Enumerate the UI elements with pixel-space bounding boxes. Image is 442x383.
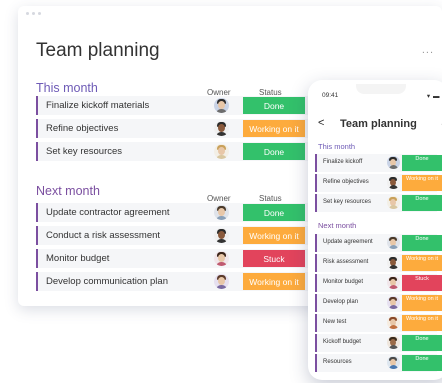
avatar[interactable] bbox=[214, 251, 229, 266]
list-item[interactable]: Resources Done bbox=[315, 354, 442, 372]
row-label: Develop communication plan bbox=[46, 276, 168, 287]
avatar[interactable] bbox=[214, 98, 229, 113]
avatar[interactable] bbox=[387, 316, 400, 329]
row-label: New test bbox=[323, 319, 347, 325]
avatar[interactable] bbox=[387, 276, 400, 289]
column-header-owner: Owner bbox=[207, 194, 231, 203]
avatar[interactable] bbox=[214, 205, 229, 220]
status-bar-time: 09:41 bbox=[322, 92, 339, 99]
list-item[interactable]: Monitor budget Stuck bbox=[315, 274, 442, 292]
mobile-group-title-this-month[interactable]: This month bbox=[318, 142, 355, 151]
status-badge[interactable]: Working on it bbox=[243, 273, 305, 290]
status-badge[interactable]: Stuck bbox=[243, 250, 305, 267]
status-badge[interactable]: Done bbox=[402, 355, 442, 371]
row-label: Monitor budget bbox=[46, 253, 110, 264]
avatar[interactable] bbox=[214, 121, 229, 136]
avatar[interactable] bbox=[387, 196, 400, 209]
group-title-next-month[interactable]: Next month bbox=[36, 184, 100, 198]
status-badge[interactable]: Done bbox=[402, 155, 442, 171]
list-item[interactable]: Kickoff budget Done bbox=[315, 334, 442, 352]
status-badge[interactable]: Working on it bbox=[402, 315, 442, 331]
group-title-this-month[interactable]: This month bbox=[36, 81, 98, 95]
list-item[interactable]: Refine objectives Working on it bbox=[315, 174, 442, 192]
avatar[interactable] bbox=[214, 228, 229, 243]
status-badge[interactable]: Working on it bbox=[243, 227, 305, 244]
list-item[interactable]: Update agreement Done bbox=[315, 234, 442, 252]
status-badge[interactable]: Done bbox=[243, 143, 305, 160]
status-badge[interactable]: Stuck bbox=[402, 275, 442, 291]
row-label: Refine objectives bbox=[46, 123, 119, 134]
avatar[interactable] bbox=[387, 336, 400, 349]
list-item[interactable]: New test Working on it bbox=[315, 314, 442, 332]
window-controls[interactable] bbox=[26, 12, 41, 15]
row-label: Monitor budget bbox=[323, 279, 364, 285]
status-badge[interactable]: Done bbox=[243, 97, 305, 114]
list-item[interactable]: Risk assessment Working on it bbox=[315, 254, 442, 272]
list-item[interactable]: Set key resources Done bbox=[315, 194, 442, 212]
avatar[interactable] bbox=[214, 144, 229, 159]
row-label: Resources bbox=[323, 359, 352, 365]
row-label: Set key resources bbox=[323, 199, 372, 205]
status-badge[interactable]: Done bbox=[402, 195, 442, 211]
board-title: Team planning bbox=[36, 40, 160, 61]
row-label: Set key resources bbox=[46, 146, 123, 157]
avatar[interactable] bbox=[387, 176, 400, 189]
row-label: Finalize kickoff materials bbox=[46, 100, 150, 111]
status-badge[interactable]: Working on it bbox=[402, 175, 442, 191]
avatar[interactable] bbox=[214, 274, 229, 289]
status-badge[interactable]: Done bbox=[402, 235, 442, 251]
status-badge[interactable]: Working on it bbox=[243, 120, 305, 137]
row-label: Update contractor agreement bbox=[46, 207, 170, 218]
more-options-icon[interactable]: ... bbox=[422, 44, 434, 56]
back-arrow-icon[interactable]: < bbox=[318, 117, 324, 129]
avatar[interactable] bbox=[387, 236, 400, 249]
status-badge[interactable]: Done bbox=[402, 335, 442, 351]
row-label: Conduct a risk assessment bbox=[46, 230, 161, 241]
signal-battery-icon: ▾ ▬ bbox=[426, 93, 440, 100]
mobile-board-title: Team planning bbox=[340, 118, 417, 130]
row-label: Finalize kickoff bbox=[323, 159, 363, 165]
row-label: Risk assessment bbox=[323, 259, 369, 265]
list-item[interactable]: Finalize kickoff Done bbox=[315, 154, 442, 172]
phone-notch bbox=[356, 84, 406, 94]
avatar[interactable] bbox=[387, 296, 400, 309]
avatar[interactable] bbox=[387, 156, 400, 169]
mobile-group-title-next-month[interactable]: Next month bbox=[318, 221, 356, 230]
avatar[interactable] bbox=[387, 356, 400, 369]
row-label: Refine objectives bbox=[323, 179, 369, 185]
status-badge[interactable]: Working on it bbox=[402, 255, 442, 271]
column-header-status: Status bbox=[259, 194, 282, 203]
row-label: Kickoff budget bbox=[323, 339, 361, 345]
avatar[interactable] bbox=[387, 256, 400, 269]
row-label: Update agreement bbox=[323, 239, 373, 245]
status-badge[interactable]: Working on it bbox=[402, 295, 442, 311]
list-item[interactable]: Develop plan Working on it bbox=[315, 294, 442, 312]
mobile-phone-frame: 09:41 ▾ ▬ < Team planning ... This month… bbox=[308, 80, 442, 380]
status-badge[interactable]: Done bbox=[243, 204, 305, 221]
row-label: Develop plan bbox=[323, 299, 359, 305]
